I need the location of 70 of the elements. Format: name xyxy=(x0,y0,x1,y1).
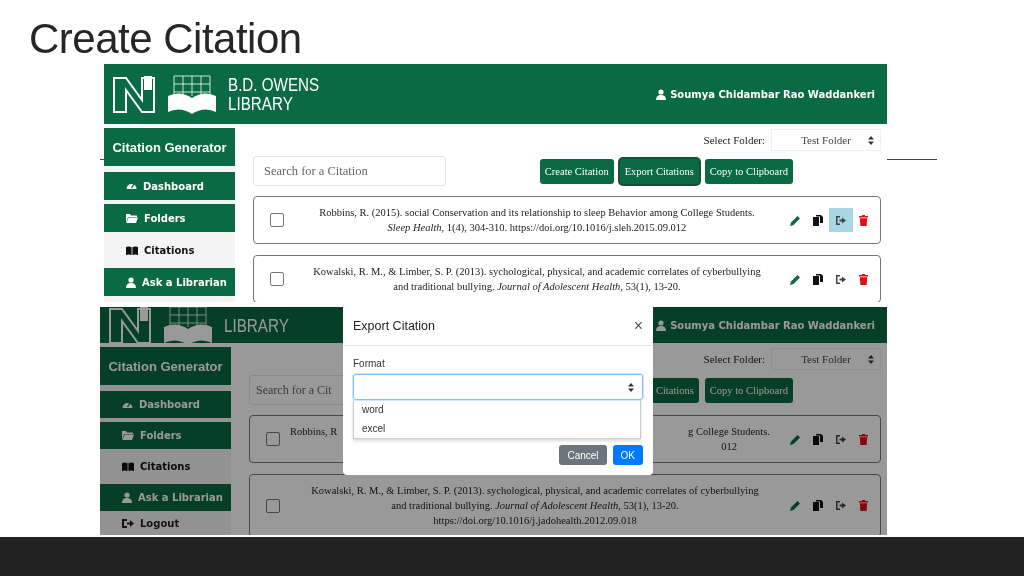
pencil-icon[interactable] xyxy=(790,433,801,445)
user-icon xyxy=(656,319,667,331)
citation-text: Kowalski, R. M., & Limber, S. P. (2013). sychological, physical, and academic correlates of cyberbullying and traditional bullying. Journal of Adolescent Health, 53(1), 13-20. https://doi.org/10.1016/j.jadohealth.2012.09.018 xyxy=(310,484,760,528)
copy-icon[interactable] xyxy=(813,214,823,226)
checkbox[interactable] xyxy=(266,432,280,446)
toolbar-button[interactable]: Copy to Clipboard xyxy=(704,158,793,184)
select-folder-label: Select Folder: xyxy=(703,353,765,365)
copy-icon[interactable] xyxy=(813,273,823,285)
citation-text: Kowalski, R. M., & Limber, S. P. (2013). sychological, physical, and academic correlates of cyberbullying and traditional bullying. Journal of Adolescent Health, 53(1), 13-20. xyxy=(312,265,762,294)
tower-emblem-icon xyxy=(112,74,156,114)
book-icon xyxy=(122,462,134,471)
library-logo-text: LIBRARY xyxy=(228,94,294,113)
dropdown-option[interactable]: word xyxy=(354,400,640,419)
sidebar-title: Citation Generator xyxy=(100,347,231,385)
sidebar-title: Citation Generator xyxy=(104,128,235,166)
slide-title: Create Citation xyxy=(29,14,303,64)
sort-arrows-icon xyxy=(868,354,874,364)
export-icon[interactable] xyxy=(829,208,853,232)
sidebar-item[interactable]: Ask a Librarian xyxy=(100,484,231,511)
checkbox[interactable] xyxy=(270,272,284,286)
user-icon xyxy=(126,276,136,288)
checkbox[interactable] xyxy=(270,213,284,227)
book-icon xyxy=(126,245,138,255)
toolbar-button[interactable]: Create Citation xyxy=(539,158,614,184)
folder-icon xyxy=(122,431,134,440)
user-name[interactable]: Soumya Chidambar Rao Waddankeri xyxy=(670,88,875,100)
trash-icon[interactable] xyxy=(859,273,868,285)
pencil-icon[interactable] xyxy=(790,500,801,511)
sort-arrows-icon xyxy=(868,135,874,145)
user-icon xyxy=(656,88,667,100)
exit-icon xyxy=(122,518,134,528)
sidebar-item[interactable]: Folders xyxy=(104,204,235,232)
open-book-icon xyxy=(166,74,218,114)
user-name[interactable]: Soumya Chidambar Rao Waddankeri xyxy=(670,319,875,331)
pencil-icon[interactable] xyxy=(790,273,801,285)
gauge-icon xyxy=(126,181,137,191)
library-logo-text: B.D. OWENS xyxy=(228,75,320,94)
citation-text: Robbins, R xyxy=(290,425,338,439)
library-logo-text: LIBRARY xyxy=(224,315,289,335)
dialog-title: Export Citation xyxy=(353,319,435,333)
folder-dropdown[interactable]: Test Folder xyxy=(771,129,881,151)
format-label: Format xyxy=(353,358,386,369)
sidebar-item[interactable]: Dashboard xyxy=(100,391,231,418)
dialog-button[interactable]: Cancel xyxy=(559,445,607,465)
trash-icon[interactable] xyxy=(859,214,868,226)
select-folder-label: Select Folder: xyxy=(703,134,765,146)
close-button[interactable]: × xyxy=(633,317,643,335)
logout-link[interactable]: Logout xyxy=(100,515,231,531)
trash-icon[interactable] xyxy=(859,500,868,511)
user-icon xyxy=(122,492,132,503)
toolbar-button[interactable]: Citations xyxy=(650,377,699,403)
citation-text: 012 xyxy=(721,440,737,454)
sidebar-item[interactable]: Dashboard xyxy=(104,172,235,200)
citation-text: g College Students. xyxy=(688,425,770,439)
sort-arrows-icon xyxy=(628,382,634,392)
folder-icon xyxy=(126,213,138,223)
pencil-icon[interactable] xyxy=(790,214,801,226)
dialog-button[interactable]: OK xyxy=(612,445,643,465)
copy-icon[interactable] xyxy=(813,433,823,445)
sidebar-item[interactable]: Folders xyxy=(100,422,231,449)
search-field[interactable]: Search for a Citation xyxy=(253,156,446,186)
trash-icon[interactable] xyxy=(859,433,868,445)
folder-dropdown[interactable]: Test Folder xyxy=(771,348,881,370)
toolbar-button[interactable]: Export Citations xyxy=(619,158,699,184)
citation-text: Robbins, R. (2015). social Conservation and its relationship to sleep Behavior among College Students. Sleep Health, 1(4), 304-310. https://doi.org/10.1016/j.sleh.2015.09.012 xyxy=(318,206,756,235)
dropdown-option[interactable]: excel xyxy=(354,419,640,438)
copy-icon[interactable] xyxy=(813,500,823,511)
checkbox[interactable] xyxy=(266,498,280,513)
sidebar-item[interactable]: Ask a Librarian xyxy=(104,268,235,296)
toolbar-button[interactable]: Copy to Clipboard xyxy=(704,377,793,403)
